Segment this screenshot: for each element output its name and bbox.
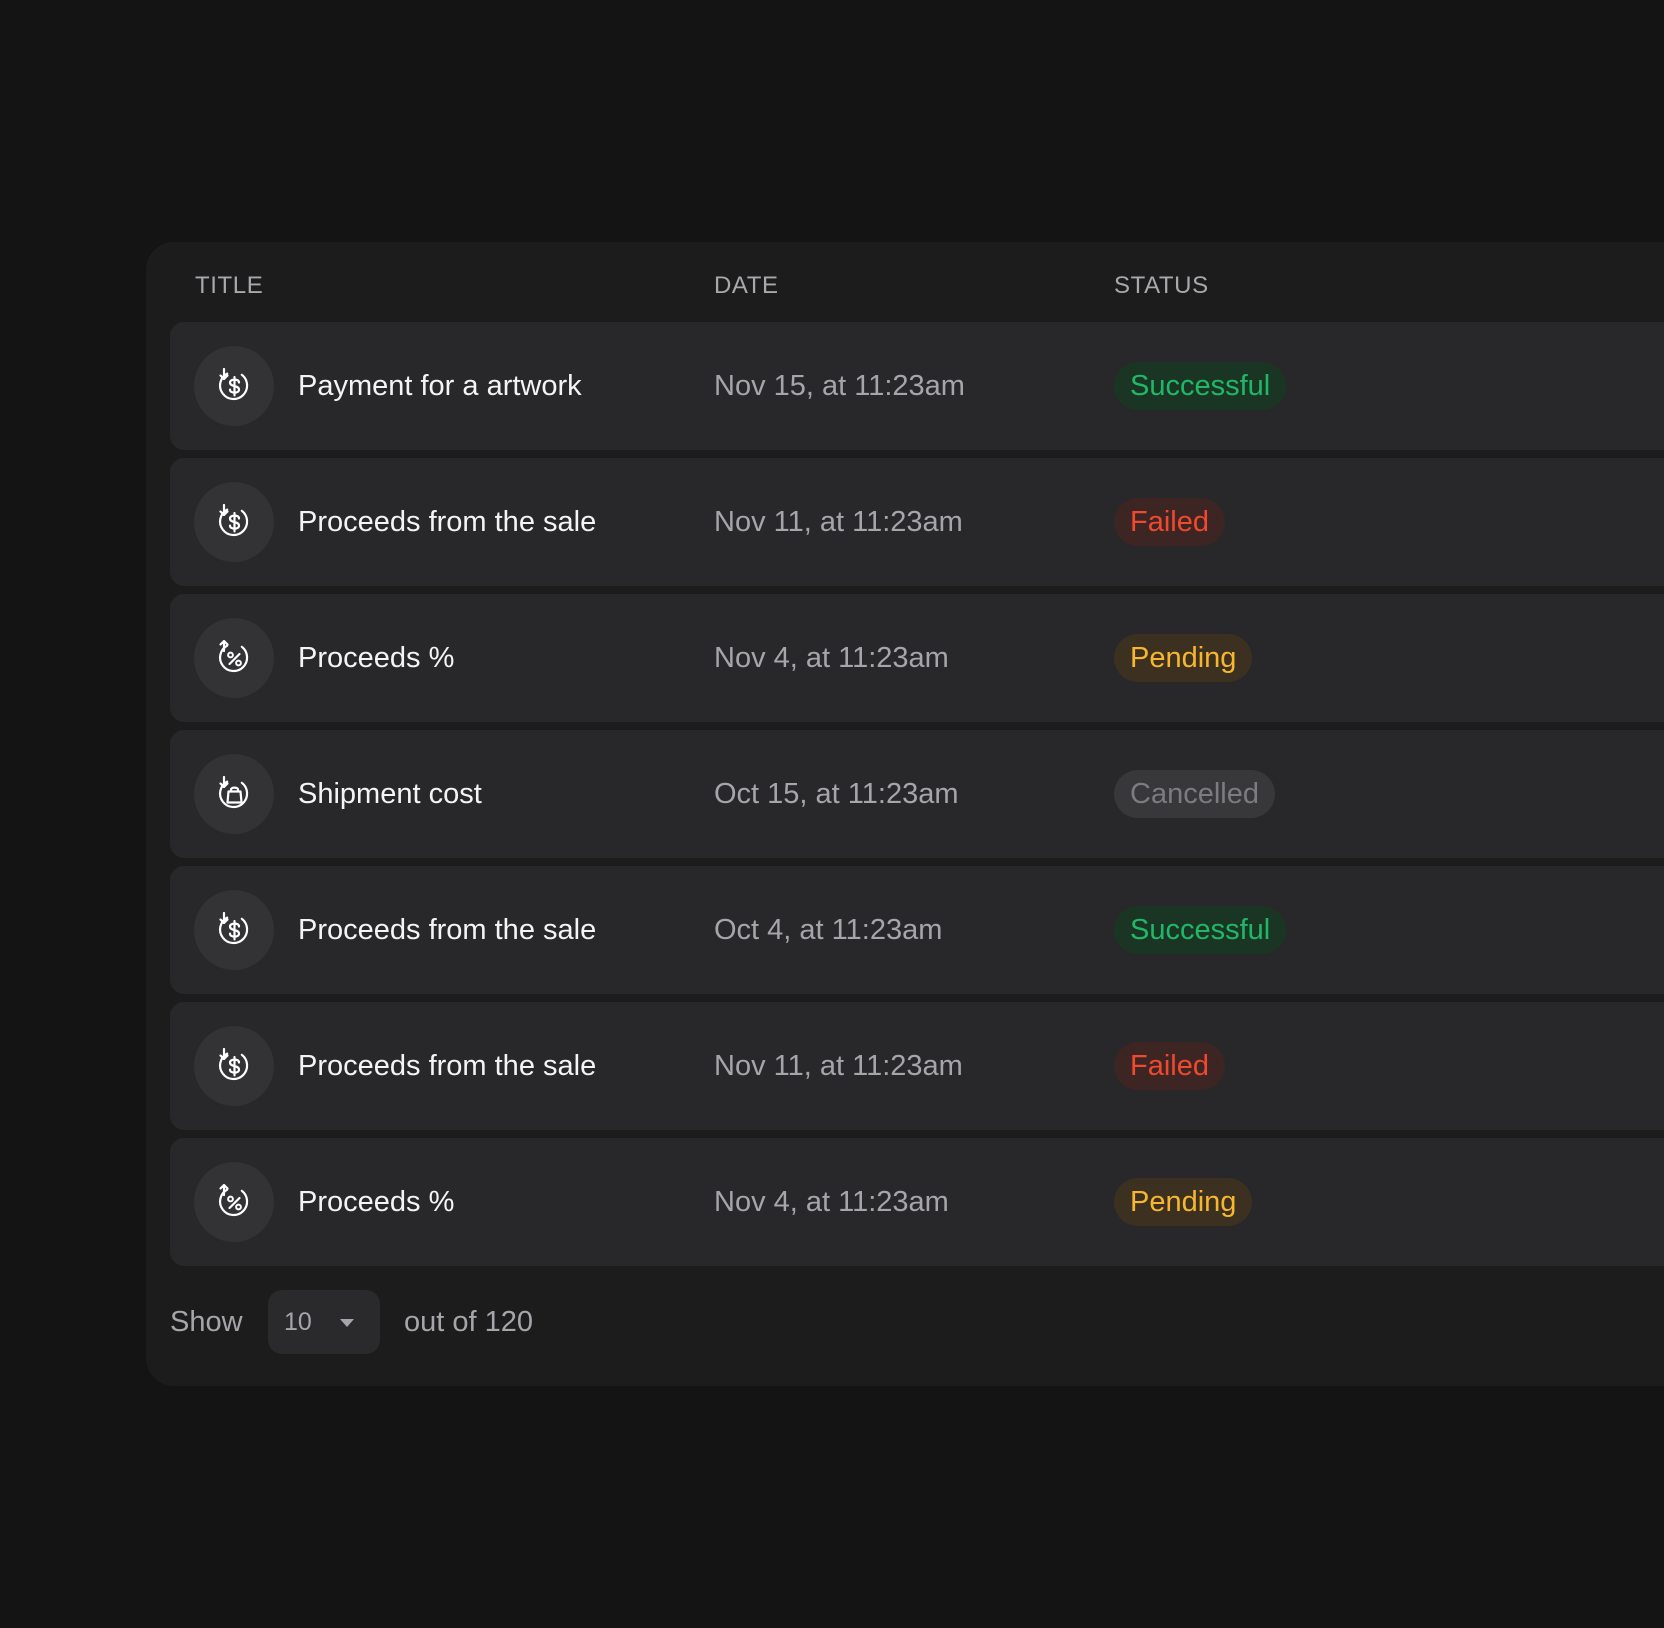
status-badge: Pending <box>1114 634 1253 682</box>
table-row[interactable]: Proceeds from the sale Nov 11, at 11:23am… <box>170 1002 1664 1130</box>
table-row[interactable]: Proceeds % Nov 4, at 11:23am Pending <box>170 594 1664 722</box>
row-date: Oct 4, at 11:23am <box>714 914 943 946</box>
chevron-down-icon <box>340 1319 354 1327</box>
transaction-icon-container <box>194 482 274 562</box>
column-header-status: STATUS <box>1114 272 1209 299</box>
status-badge: Successful <box>1114 906 1287 954</box>
transaction-icon-container <box>194 346 274 426</box>
page-size-value: 10 <box>284 1308 312 1336</box>
percent-cycle-icon <box>218 1183 249 1217</box>
row-date: Nov 4, at 11:23am <box>714 1186 949 1218</box>
row-date: Nov 15, at 11:23am <box>714 370 965 402</box>
pagination-footer: Show 10 out of 120 <box>170 1290 970 1354</box>
transaction-icon-container <box>194 1026 274 1106</box>
table-body: Payment for a artwork Nov 15, at 11:23am S… <box>170 322 1664 1274</box>
row-date: Nov 11, at 11:23am <box>714 1050 963 1082</box>
row-title: Proceeds from the sale <box>298 914 597 946</box>
transaction-icon-container <box>194 1162 274 1242</box>
dollar-cycle-icon <box>218 911 249 945</box>
column-header-title: TITLE <box>195 272 264 299</box>
table-row[interactable]: Proceeds from the sale Nov 11, at 11:23am… <box>170 458 1664 586</box>
status-badge: Pending <box>1114 1178 1253 1226</box>
table-row[interactable]: Proceeds % Nov 4, at 11:23am Pending <box>170 1138 1664 1266</box>
status-badge: Failed <box>1114 498 1225 546</box>
row-title: Proceeds from the sale <box>298 1050 597 1082</box>
table-row[interactable]: Proceeds from the sale Oct 4, at 11:23am S… <box>170 866 1664 994</box>
transactions-panel: TITLE DATE STATUS Payment for a artwork N… <box>146 242 1664 1386</box>
status-badge: Cancelled <box>1114 770 1275 818</box>
row-title: Proceeds from the sale <box>298 506 597 538</box>
dollar-cycle-icon <box>218 1047 249 1081</box>
row-date: Nov 11, at 11:23am <box>714 506 963 538</box>
row-date: Nov 4, at 11:23am <box>714 642 949 674</box>
show-label: Show <box>170 1306 243 1338</box>
transaction-icon-container <box>194 618 274 698</box>
row-title: Proceeds % <box>298 1186 455 1218</box>
transaction-icon-container <box>194 890 274 970</box>
table-row[interactable]: Payment for a artwork Nov 15, at 11:23am S… <box>170 322 1664 450</box>
transaction-icon-container <box>194 754 274 834</box>
dollar-cycle-icon <box>218 367 249 401</box>
column-header-date: DATE <box>714 272 779 299</box>
page-size-select[interactable]: 10 <box>268 1290 380 1354</box>
row-title: Payment for a artwork <box>298 370 582 402</box>
total-count-label: out of 120 <box>404 1306 533 1338</box>
row-title: Shipment cost <box>298 778 482 810</box>
percent-cycle-icon <box>218 639 249 673</box>
table-header: TITLE DATE STATUS <box>146 272 1664 302</box>
bag-cycle-icon <box>218 775 249 809</box>
status-badge: Successful <box>1114 362 1287 410</box>
row-date: Oct 15, at 11:23am <box>714 778 959 810</box>
row-title: Proceeds % <box>298 642 455 674</box>
table-row[interactable]: Shipment cost Oct 15, at 11:23am Cancelled <box>170 730 1664 858</box>
status-badge: Failed <box>1114 1042 1225 1090</box>
dollar-cycle-icon <box>218 503 249 537</box>
